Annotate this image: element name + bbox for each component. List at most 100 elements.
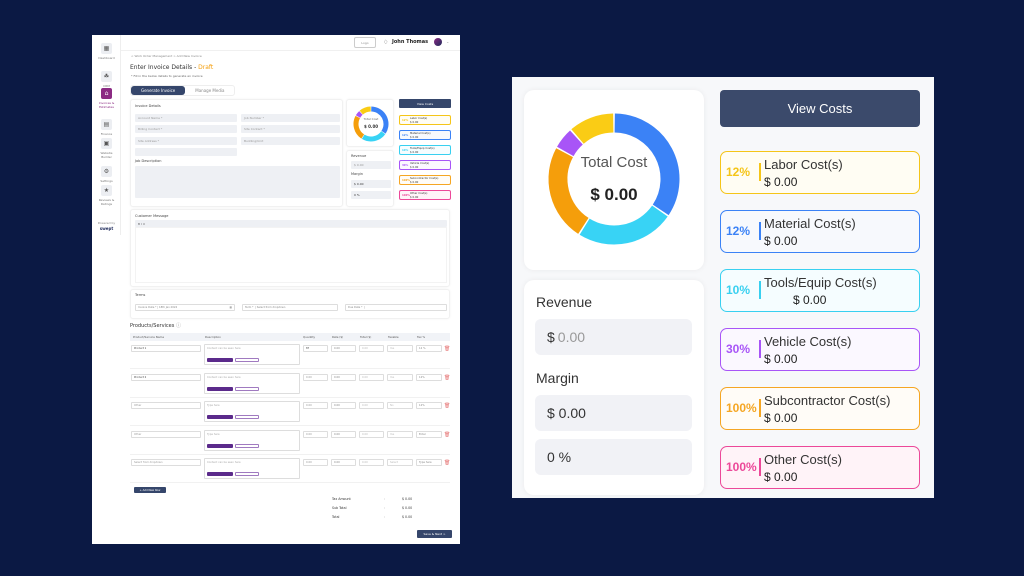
mini-cost-card[interactable]: 12% Labor Cost(s) $ 0.00 [399,115,451,125]
quantity-input[interactable]: 0.00 [303,430,328,438]
account-name-field[interactable]: Account Name * [135,114,237,122]
rate-input[interactable]: 0.00 [331,345,356,352]
improve-with-ai-button[interactable] [235,443,259,448]
cost-card-vehicle-cost-s[interactable]: 30% Vehicle Cost(s) $ 0.00 [720,328,920,371]
improve-with-ai-button[interactable] [235,415,259,419]
trash-icon[interactable]: 🗑 [444,460,450,466]
sidebar-item-settings[interactable]: ⚙ Settings [95,166,118,183]
tab-generate-invoice[interactable]: Generate Invoice [131,86,186,95]
tax-input[interactable]: 12 % [416,345,442,352]
breadcrumb[interactable]: < Work Order Management > Add New Invoic… [131,54,202,58]
generate-with-ai-button[interactable] [207,443,233,448]
taxable-select[interactable]: Yes [387,430,413,438]
revenue-input[interactable]: $0.00 [535,319,692,355]
description-text: Content can be seen here [207,461,241,464]
cost-card-labor-cost-s[interactable]: 12% Labor Cost(s) $ 0.00 [720,151,920,194]
tax-input[interactable]: Enter [416,430,442,438]
mini-cost-card[interactable]: 30% Vehicle Cost(s) $ 0.00 [399,160,451,170]
sidebar-item-website-builder[interactable]: ▣ Website Builder [95,138,118,159]
generate-with-ai-button[interactable] [207,386,233,391]
generate-with-ai-button[interactable] [207,415,233,419]
quantity-input[interactable]: 0.00 [303,373,328,381]
mini-cost-card[interactable]: 12% Material Cost(s) $ 0.00 [399,130,451,140]
sidebar-item-invoices-estimates[interactable]: ⌂ Invoices & Estimates [95,88,118,109]
product-name-select[interactable]: Other [131,402,201,409]
building-unit-field[interactable]: Building/Unit [241,137,340,145]
cost-card-tools-equip-cost-s[interactable]: 10% Tools/Equip Cost(s) $ 0.00 [720,269,920,312]
rate-input[interactable]: 0.00 [331,459,356,466]
logo-button[interactable]: Logo [354,37,376,48]
product-name-select[interactable]: Product 2 [131,373,201,381]
trash-icon[interactable]: 🗑 [444,403,450,409]
rate-input[interactable]: 0.00 [331,402,356,409]
calendar-icon[interactable]: ▦ [230,306,232,309]
cost-divider [759,399,761,417]
improve-with-ai-button[interactable] [235,472,259,476]
cost-label: Other Cost(s) [764,452,843,467]
site-address-field[interactable]: Site Address * [135,137,237,145]
save-next-button[interactable]: Save & Next > [417,530,452,538]
sidebar-item-finance[interactable]: ▤ Finance [95,119,118,136]
mini-revenue-field[interactable]: $ 0.00 [351,161,391,169]
description-input[interactable]: Type here [204,401,300,422]
bell-icon[interactable]: ♢ [383,39,388,46]
terms-select[interactable]: Term * | Select from dropdown [242,304,338,311]
quantity-input[interactable]: 87 [303,345,328,352]
sidebar-item-dashboard[interactable]: ▦ Dashboard [95,43,118,60]
cost-card-other-cost-s[interactable]: 100% Other Cost(s) $ 0.00 [720,446,920,489]
trash-icon[interactable]: 🗑 [444,346,450,352]
product-name-select[interactable]: Select from dropdown [131,459,201,466]
mini-cost-card[interactable]: 100% Other Cost(s) $ 0.00 [399,190,451,200]
view-costs-button[interactable]: View Costs [720,90,920,127]
taxable-select[interactable]: Yes [387,373,413,381]
page-title-text: Enter Invoice Details - [130,64,199,71]
description-input[interactable]: Content can be seen here [204,344,300,365]
description-input[interactable]: Type here [204,429,300,451]
cost-card-subcontractor-cost-s[interactable]: 100% Subcontractor Cost(s) $ 0.00 [720,387,920,430]
taxable-select[interactable]: No [387,402,413,409]
description-input[interactable]: Content can be seen here [204,458,300,479]
info-icon[interactable]: ⓘ [176,323,181,329]
tax-input[interactable]: Type here [416,459,442,466]
avatar[interactable] [434,38,442,46]
trash-icon[interactable]: 🗑 [444,375,450,381]
cost-card-material-cost-s[interactable]: 12% Material Cost(s) $ 0.00 [720,210,920,253]
job-description-input[interactable] [135,166,340,198]
customer-message-input[interactable] [135,227,447,283]
improve-with-ai-button[interactable] [235,358,259,362]
sidebar-item-crm[interactable]: ☘ CRM [95,71,118,88]
quantity-input[interactable]: 0.00 [303,402,328,409]
rate-input[interactable]: 0.00 [331,430,356,438]
rate-input[interactable]: 0.00 [331,373,356,381]
tax-input[interactable]: 12% [416,402,442,409]
editor-toolbar[interactable]: B I U [135,220,447,227]
invoice-date-field[interactable]: Invoice Date * | 18th Jan 2024 ▦ [135,304,235,311]
product-name-select[interactable]: Product 1 [131,345,201,352]
chevron-down-icon[interactable]: ⌄ [446,39,449,44]
product-name-select[interactable]: Other [131,430,201,438]
table-row: Select from dropdown Content can be seen … [130,455,450,483]
tax-input[interactable]: 12% [416,373,442,381]
improve-with-ai-button[interactable] [235,386,259,391]
trash-icon[interactable]: 🗑 [444,432,450,438]
tab-manage-media[interactable]: Manage Media [185,86,234,95]
job-number-field[interactable]: Job Number * [241,114,340,122]
add-new-row-button[interactable]: + Add New Row [134,487,166,493]
sidebar-item-reviews-ratings[interactable]: ★ Reviews & Ratings [95,185,118,206]
description-input[interactable]: Content can be seen here [204,372,300,394]
user-name[interactable]: John Thomas [392,39,428,45]
status-badge: Draft [198,64,214,71]
mini-cost-card[interactable]: 10% Tools/Equip Cost(s) $ 0.00 [399,145,451,155]
mini-view-costs-button[interactable]: View Costs [399,99,451,108]
address-line-field[interactable] [135,148,237,156]
generate-with-ai-button[interactable] [207,472,233,476]
mini-cost-card[interactable]: 100% Subcontractor Cost(s) $ 0.00 [399,175,451,185]
site-contact-field[interactable]: Site Contact * [241,125,340,133]
generate-with-ai-button[interactable] [207,358,233,362]
quantity-input[interactable]: 0.00 [303,459,328,466]
totals-value: $ 0.00 [402,506,413,510]
taxable-select[interactable]: Select [387,459,413,466]
billing-contact-field[interactable]: Billing Contact * [135,125,237,133]
taxable-select[interactable]: Yes [387,345,413,352]
due-date-field[interactable]: Due Date * | [345,304,447,311]
